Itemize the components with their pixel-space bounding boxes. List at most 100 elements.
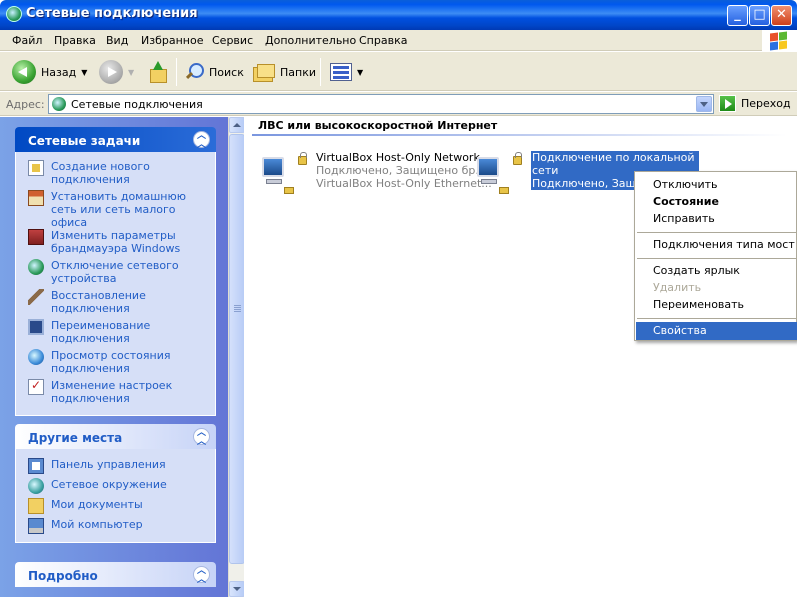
close-button[interactable]: ✕ bbox=[771, 5, 792, 26]
place-control-panel[interactable]: Панель управления bbox=[16, 458, 215, 478]
menu-disconnect[interactable]: Отключить bbox=[636, 176, 797, 194]
task-rename-connection[interactable]: Переименование подключения bbox=[16, 319, 215, 349]
collapse-chevron-icon[interactable]: ︿ ︿ bbox=[193, 428, 210, 447]
menu-separator bbox=[637, 318, 796, 319]
toolbar: Назад ▼ ▼ Поиск Папки ▼ bbox=[0, 52, 797, 91]
folders-label: Папки bbox=[280, 65, 316, 79]
menu-separator bbox=[637, 258, 796, 259]
task-pane: Сетевые задачи ︿ ︿ Создание нового подклю… bbox=[0, 117, 228, 597]
toolbar-separator bbox=[176, 58, 177, 86]
task-create-connection[interactable]: Создание нового подключения bbox=[16, 160, 215, 190]
task-disable-device[interactable]: Отключение сетевого устройства bbox=[16, 259, 215, 289]
connection-name-line1: Подключение по локальной bbox=[532, 151, 695, 164]
folders-button[interactable]: Папки bbox=[253, 60, 316, 84]
menu-repair[interactable]: Исправить bbox=[636, 210, 797, 228]
menu-rename[interactable]: Переименовать bbox=[636, 296, 797, 314]
rename-icon bbox=[28, 319, 44, 335]
menu-create-shortcut[interactable]: Создать ярлык bbox=[636, 262, 797, 280]
views-button[interactable]: ▼ bbox=[330, 60, 363, 84]
place-label: Мой компьютер bbox=[51, 518, 143, 531]
search-label: Поиск bbox=[209, 65, 244, 79]
task-label: Просмотр состояния подключения bbox=[51, 349, 171, 375]
menu-advanced[interactable]: Дополнительно bbox=[265, 34, 356, 47]
connection-status: Подключено, Защищено бр... bbox=[316, 164, 486, 177]
menu-bridge-connections[interactable]: Подключения типа мост bbox=[636, 236, 797, 254]
menu-favorites[interactable]: Избранное bbox=[141, 34, 203, 47]
menu-tools[interactable]: Сервис bbox=[212, 34, 253, 47]
status-icon bbox=[28, 349, 44, 365]
scroll-up-icon[interactable] bbox=[229, 117, 245, 133]
menu-delete: Удалить bbox=[653, 281, 702, 294]
connection-device: VirtualBox Host-Only Ethernet... bbox=[316, 177, 492, 190]
address-field[interactable]: Сетевые подключения bbox=[48, 94, 714, 114]
task-pane-scrollbar[interactable] bbox=[228, 117, 245, 597]
window-title: Сетевые подключения bbox=[26, 6, 198, 21]
scroll-down-icon[interactable] bbox=[229, 581, 245, 597]
other-places-header[interactable]: Другие места ︿ ︿ bbox=[15, 424, 216, 449]
back-button[interactable]: Назад ▼ bbox=[12, 60, 87, 84]
collapse-chevron-icon[interactable]: ︿ ︿ bbox=[193, 566, 210, 585]
menu-view[interactable]: Вид bbox=[106, 34, 128, 47]
repair-icon bbox=[28, 289, 44, 305]
menu-status[interactable]: Состояние bbox=[636, 193, 797, 211]
connection-name: VirtualBox Host-Only Network bbox=[316, 151, 480, 164]
group-header: ЛВС или высокоскоростной Интернет bbox=[258, 119, 498, 132]
menu-separator bbox=[637, 232, 796, 233]
go-button[interactable]: Переход bbox=[719, 95, 791, 112]
address-bar: Адрес: Сетевые подключения Переход bbox=[0, 92, 797, 116]
control-panel-icon bbox=[28, 458, 44, 474]
network-connection-icon bbox=[260, 151, 312, 197]
scroll-thumb[interactable] bbox=[229, 134, 245, 564]
forward-button[interactable]: ▼ bbox=[99, 60, 134, 84]
task-repair-connection[interactable]: Восстановление подключения bbox=[16, 289, 215, 319]
search-icon bbox=[184, 62, 204, 82]
up-folder-icon bbox=[148, 61, 168, 83]
menu-help[interactable]: Справка bbox=[359, 34, 407, 47]
views-icon bbox=[330, 63, 352, 81]
views-dropdown-icon[interactable]: ▼ bbox=[357, 68, 363, 77]
place-my-documents[interactable]: Мои документы bbox=[16, 498, 215, 518]
task-change-settings[interactable]: Изменение настроек подключения bbox=[16, 379, 215, 409]
task-view-status[interactable]: Просмотр состояния подключения bbox=[16, 349, 215, 379]
task-firewall-settings[interactable]: Изменить параметры брандмауэра Windows bbox=[16, 229, 215, 259]
forward-dropdown-icon[interactable]: ▼ bbox=[128, 68, 134, 77]
my-computer-icon bbox=[28, 518, 44, 534]
details-title: Подробно bbox=[28, 569, 98, 583]
collapse-chevron-icon[interactable]: ︿ ︿ bbox=[193, 131, 210, 150]
place-my-computer[interactable]: Мой компьютер bbox=[16, 518, 215, 538]
other-places-panel: Другие места ︿ ︿ Панель управления Сетево… bbox=[15, 424, 216, 543]
back-dropdown-icon[interactable]: ▼ bbox=[81, 68, 87, 77]
network-connection-icon bbox=[475, 151, 527, 197]
menu-file[interactable]: Файл bbox=[12, 34, 42, 47]
address-value: Сетевые подключения bbox=[71, 98, 203, 111]
place-label: Мои документы bbox=[51, 498, 143, 511]
back-label: Назад bbox=[41, 65, 77, 79]
group-divider bbox=[252, 134, 787, 136]
disable-device-icon bbox=[28, 259, 44, 275]
back-arrow-icon bbox=[12, 60, 36, 84]
task-label: Установить домашнюю сеть или сеть малого… bbox=[51, 190, 186, 229]
menu-properties[interactable]: Свойства bbox=[636, 322, 797, 340]
task-home-network[interactable]: Установить домашнюю сеть или сеть малого… bbox=[16, 190, 215, 229]
folders-icon bbox=[253, 63, 275, 82]
search-button[interactable]: Поиск bbox=[184, 60, 244, 84]
new-connection-icon bbox=[28, 160, 44, 176]
windows-logo-icon bbox=[762, 30, 797, 51]
go-label: Переход bbox=[741, 97, 791, 110]
address-label: Адрес: bbox=[6, 98, 45, 111]
network-tasks-header[interactable]: Сетевые задачи ︿ ︿ bbox=[15, 127, 216, 152]
details-panel: Подробно ︿ ︿ bbox=[15, 562, 216, 587]
up-folder-button[interactable] bbox=[148, 60, 168, 84]
details-header[interactable]: Подробно ︿ ︿ bbox=[15, 562, 216, 587]
minimize-button[interactable]: _ bbox=[727, 5, 748, 26]
connection-text: VirtualBox Host-Only Network Подключено,… bbox=[316, 151, 492, 190]
menu-edit[interactable]: Правка bbox=[54, 34, 96, 47]
forward-arrow-icon bbox=[99, 60, 123, 84]
my-documents-icon bbox=[28, 498, 44, 514]
place-network-places[interactable]: Сетевое окружение bbox=[16, 478, 215, 498]
maximize-button[interactable]: □ bbox=[749, 5, 770, 26]
task-label: Восстановление подключения bbox=[51, 289, 146, 315]
address-dropdown-icon[interactable] bbox=[696, 96, 712, 112]
task-label: Изменение настроек подключения bbox=[51, 379, 173, 405]
network-connections-icon bbox=[6, 6, 22, 22]
